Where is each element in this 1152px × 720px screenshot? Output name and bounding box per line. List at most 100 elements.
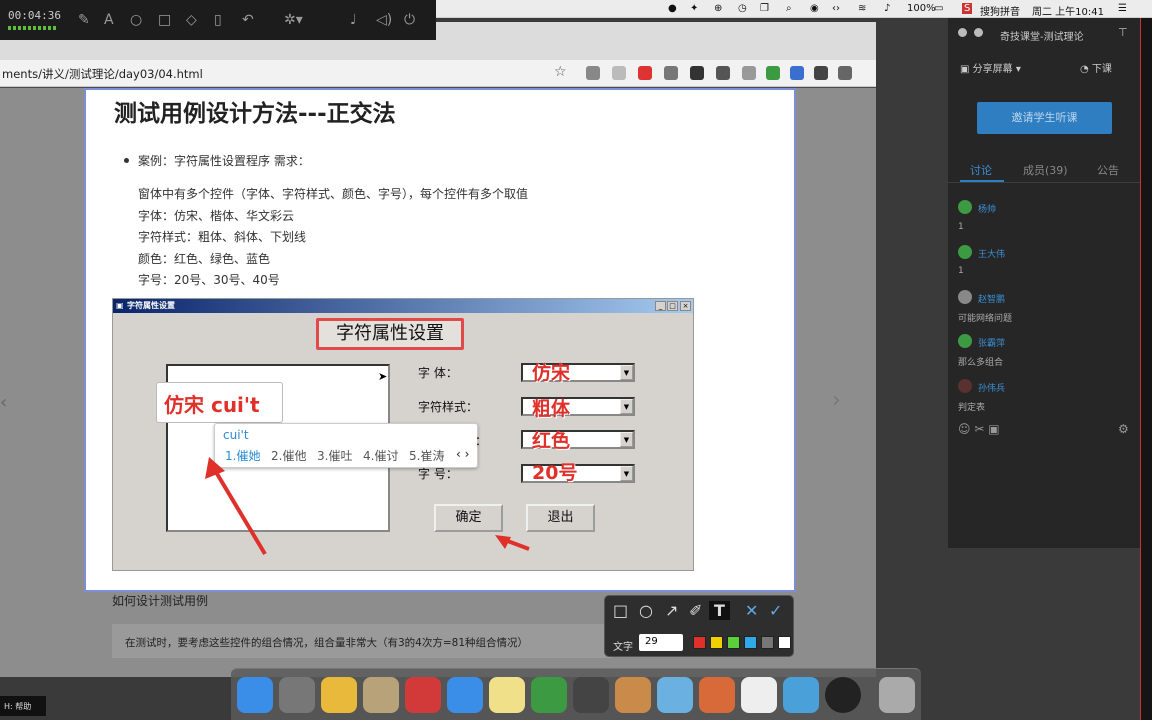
- browser-url-bar: ments/讲义/测试理论/day03/04.html ☆: [0, 60, 876, 87]
- app-icon[interactable]: ◉: [810, 3, 819, 14]
- ext-6-icon[interactable]: [742, 66, 756, 80]
- share-screen-button[interactable]: ▣ 分享屏幕 ▾: [960, 60, 1021, 75]
- window-dot[interactable]: [958, 28, 967, 37]
- requirement-line: 字体：仿宋、楷体、华文彩云: [138, 209, 295, 223]
- ext-1-icon[interactable]: [586, 66, 600, 80]
- power-icon[interactable]: ⏻: [404, 12, 415, 28]
- chat-message: 1: [958, 222, 964, 232]
- search-icon[interactable]: ⌕: [786, 3, 792, 14]
- obs-icon[interactable]: [825, 677, 861, 713]
- bookmark-star-icon[interactable]: ☆: [554, 64, 567, 80]
- emoji-icon[interactable]: ☺: [958, 422, 971, 436]
- pin-icon[interactable]: ⊤: [1118, 26, 1128, 39]
- pin-icon[interactable]: ✦: [690, 3, 698, 14]
- trash-icon[interactable]: ▯: [214, 12, 222, 28]
- prev-slide-icon[interactable]: ‹: [0, 392, 7, 413]
- classroom-panel: [948, 18, 1140, 548]
- text-tool-icon[interactable]: A: [104, 12, 114, 28]
- invite-button[interactable]: 邀请学生听课: [977, 102, 1112, 134]
- end-class-button[interactable]: ◔ 下课: [1080, 60, 1112, 75]
- app-icon[interactable]: [657, 677, 693, 713]
- ext-5-icon[interactable]: [716, 66, 730, 80]
- notes-icon[interactable]: [489, 677, 525, 713]
- color-swatch-gray[interactable]: [761, 636, 774, 649]
- requirement-line: 窗体中有多个控件（字体、字符样式、颜色、字号），每个控件有多个取值: [138, 187, 529, 201]
- settings-icon[interactable]: ✲▾: [284, 12, 303, 28]
- ext-8-icon[interactable]: [814, 66, 828, 80]
- ext-2-icon[interactable]: [612, 66, 626, 80]
- trash-icon[interactable]: [879, 677, 915, 713]
- ext-7-icon[interactable]: [790, 66, 804, 80]
- typora-icon[interactable]: [741, 677, 777, 713]
- image-icon[interactable]: ▣: [988, 422, 999, 436]
- rect-tool-icon[interactable]: □: [158, 12, 171, 28]
- color-swatch-white[interactable]: [778, 636, 791, 649]
- app-icon[interactable]: [699, 677, 735, 713]
- url-field[interactable]: ments/讲义/测试理论/day03/04.html: [2, 66, 203, 82]
- wifi-icon[interactable]: ≋: [858, 3, 866, 14]
- rectangle-icon[interactable]: □: [613, 601, 628, 620]
- note-text: 在测试时，要考虑这些控件的组合情况，组合量非常大（有3的4次方=81种组合情况）: [125, 637, 529, 649]
- pen-icon[interactable]: ✎: [78, 12, 90, 28]
- circle-tool-icon[interactable]: ○: [130, 12, 142, 28]
- ime-name[interactable]: 搜狗拼音: [980, 3, 1020, 18]
- annotation-arrow: [211, 465, 267, 556]
- cancel-icon[interactable]: ✕: [745, 601, 758, 620]
- eraser-icon[interactable]: ◇: [186, 12, 197, 28]
- battery-text[interactable]: 100%: [907, 3, 936, 14]
- wechat-icon[interactable]: ●: [668, 3, 677, 14]
- arrow-icon[interactable]: ↗: [665, 601, 678, 620]
- finder-icon[interactable]: [237, 677, 273, 713]
- confirm-icon[interactable]: ✓: [769, 601, 782, 620]
- tab-announcement[interactable]: 公告: [1097, 162, 1119, 178]
- brush-icon[interactable]: ✐: [689, 601, 702, 620]
- bullet-text: 案例：字符属性设置程序 需求：: [138, 154, 310, 168]
- color-swatch-blue[interactable]: [744, 636, 757, 649]
- font-size-field[interactable]: 29: [639, 634, 683, 651]
- color-swatch-yellow[interactable]: [710, 636, 723, 649]
- color-swatch-red[interactable]: [693, 636, 706, 649]
- window-dot[interactable]: [974, 28, 983, 37]
- avatar: [958, 245, 972, 259]
- evernote-icon[interactable]: [766, 66, 780, 80]
- help-hint: H: 帮助: [0, 696, 46, 716]
- undo-icon[interactable]: ↶: [242, 12, 254, 28]
- app-icon[interactable]: [363, 677, 399, 713]
- next-slide-icon[interactable]: ›: [832, 388, 841, 413]
- sublime-icon[interactable]: [573, 677, 609, 713]
- scissors-icon[interactable]: ✂: [974, 422, 984, 436]
- launchpad-icon[interactable]: [279, 677, 315, 713]
- netease-music-icon[interactable]: [405, 677, 441, 713]
- sogou-icon[interactable]: S: [962, 3, 973, 14]
- bullet-dot: [124, 158, 129, 163]
- menubar-clock[interactable]: 周二 上午10:41: [1032, 3, 1104, 18]
- battery-icon[interactable]: ▭: [934, 3, 943, 14]
- compass-icon[interactable]: ⊕: [714, 3, 722, 14]
- chrome-icon[interactable]: [321, 677, 357, 713]
- color-swatch-green[interactable]: [727, 636, 740, 649]
- tab-discussion[interactable]: 讨论: [970, 162, 992, 178]
- xcode-icon[interactable]: [615, 677, 651, 713]
- ext-9-icon[interactable]: [838, 66, 852, 80]
- code-icon[interactable]: ‹›: [832, 3, 840, 14]
- chat-message: 判定表: [958, 403, 986, 413]
- mic-icon[interactable]: ♩: [350, 12, 357, 28]
- speaker-icon[interactable]: ◁): [376, 12, 392, 28]
- screens-icon[interactable]: ❐: [760, 3, 769, 14]
- ext-3-icon[interactable]: [664, 66, 678, 80]
- tab-members[interactable]: 成员(39): [1023, 162, 1068, 178]
- clock-icon[interactable]: ◷: [738, 3, 747, 14]
- app-store-icon[interactable]: [447, 677, 483, 713]
- gear-icon[interactable]: ⚙: [1118, 422, 1129, 436]
- recording-time: 00:04:36: [8, 9, 61, 22]
- chat-username: 杨帅: [978, 205, 997, 215]
- ext-4-icon[interactable]: [690, 66, 704, 80]
- adblock-icon[interactable]: [638, 66, 652, 80]
- app-icon[interactable]: [783, 677, 819, 713]
- evernote-icon[interactable]: [531, 677, 567, 713]
- volume-icon[interactable]: ♪: [884, 3, 890, 14]
- text-icon[interactable]: T: [709, 601, 730, 620]
- ellipse-icon[interactable]: ○: [639, 601, 653, 620]
- chat-message: 可能网络问题: [958, 314, 1013, 324]
- menu-list-icon[interactable]: ☰: [1118, 3, 1127, 14]
